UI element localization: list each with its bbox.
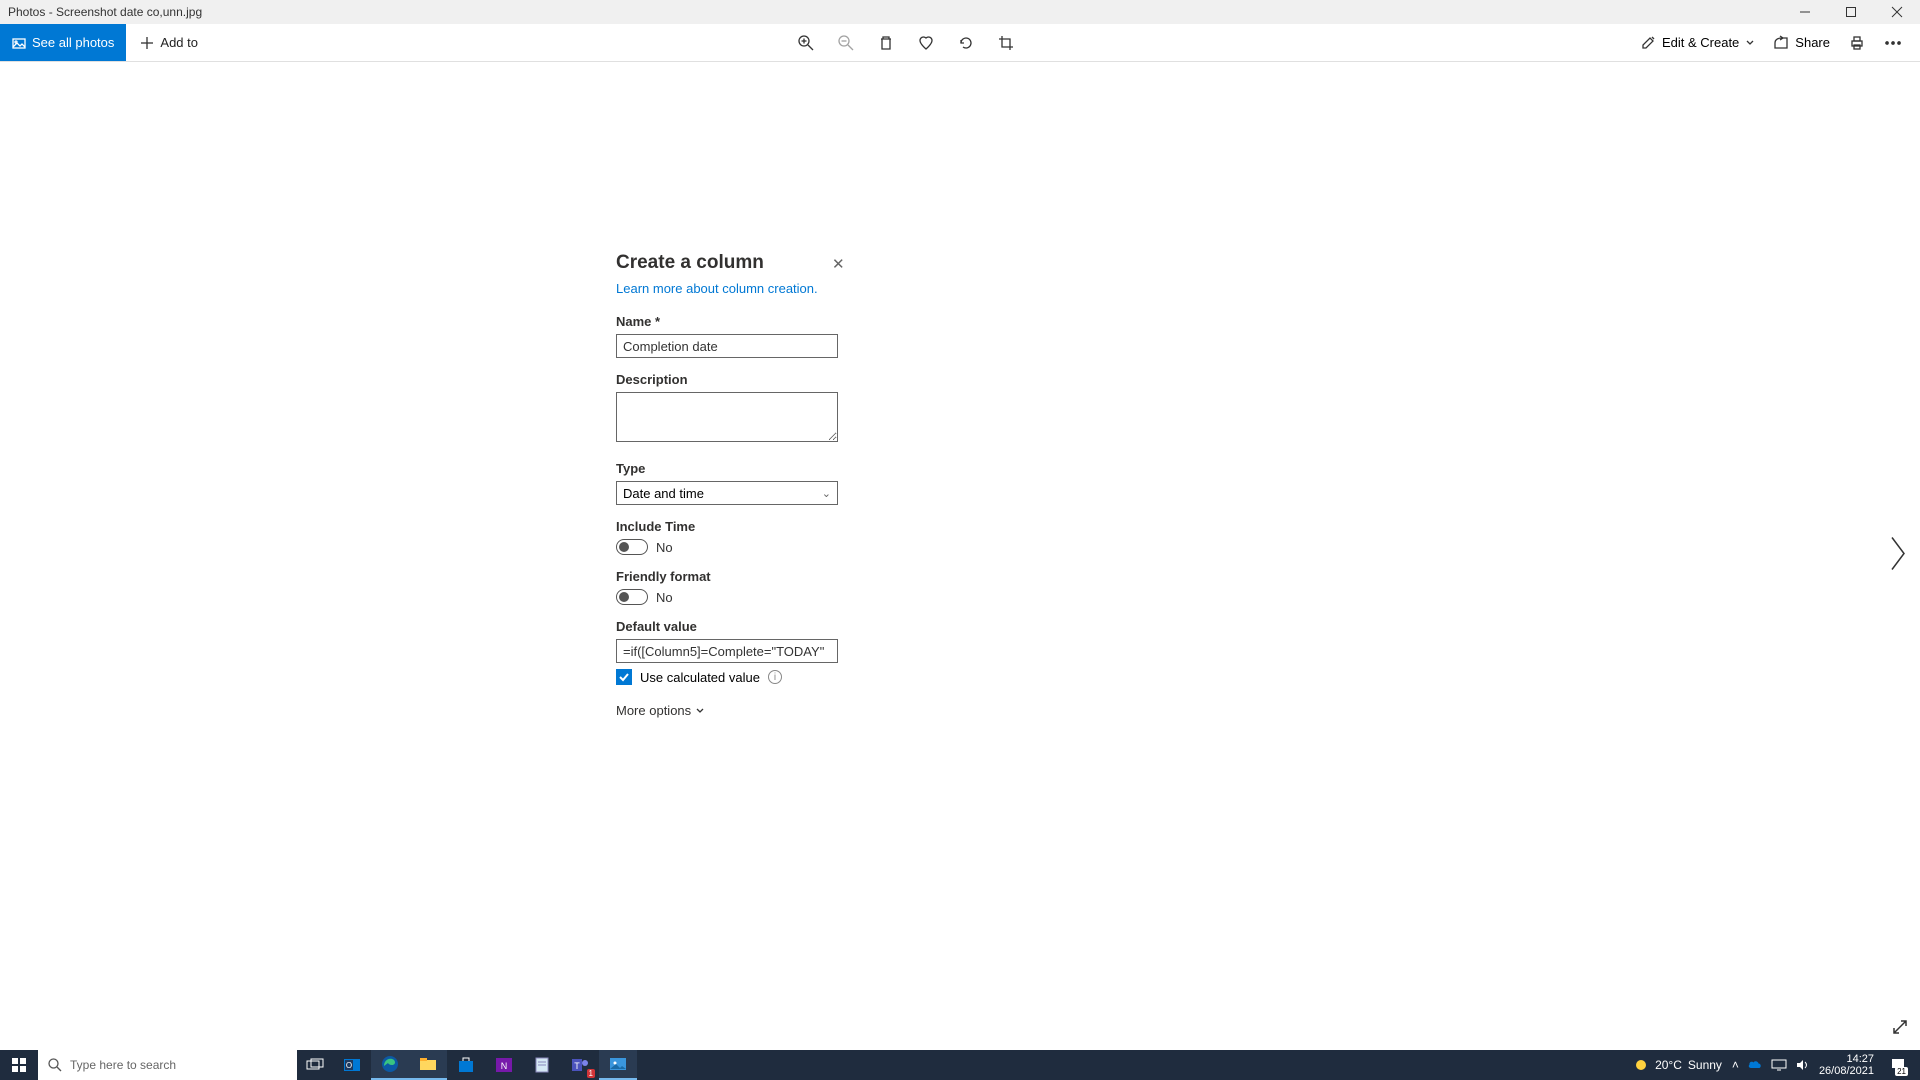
- clock-date: 26/08/2021: [1819, 1065, 1874, 1077]
- zoom-in-icon[interactable]: [797, 34, 815, 52]
- type-select[interactable]: Date and time ⌄: [616, 481, 838, 505]
- learn-more-link[interactable]: Learn more about column creation.: [616, 281, 818, 296]
- edit-create-button[interactable]: Edit & Create: [1640, 35, 1755, 51]
- see-all-photos-label: See all photos: [32, 35, 114, 50]
- add-to-label: Add to: [160, 35, 198, 50]
- task-view-button[interactable]: [297, 1050, 333, 1080]
- maximize-button[interactable]: [1828, 0, 1874, 24]
- chevron-down-icon: [695, 706, 705, 716]
- search-placeholder: Type here to search: [70, 1058, 176, 1072]
- svg-text:N: N: [501, 1061, 508, 1071]
- use-calculated-label: Use calculated value: [640, 670, 760, 685]
- window-title: Photos - Screenshot date co,unn.jpg: [0, 5, 202, 19]
- include-time-value: No: [656, 540, 673, 555]
- default-value-label: Default value: [616, 619, 846, 634]
- rotate-icon[interactable]: [957, 34, 975, 52]
- edit-create-label: Edit & Create: [1662, 35, 1739, 50]
- action-center-icon[interactable]: 21: [1884, 1051, 1912, 1079]
- photos-toolbar: See all photos Add to Edit & Create Shar…: [0, 24, 1920, 62]
- default-value-input[interactable]: [616, 639, 838, 663]
- taskbar-clock[interactable]: 14:27 26/08/2021: [1819, 1053, 1874, 1077]
- print-icon[interactable]: [1848, 34, 1866, 52]
- description-input[interactable]: [616, 392, 838, 442]
- chevron-down-icon: [1745, 38, 1755, 48]
- create-column-panel: Create a column ✕ Learn more about colum…: [616, 252, 846, 718]
- type-label: Type: [616, 461, 846, 476]
- use-calculated-checkbox[interactable]: [616, 669, 632, 685]
- volume-icon[interactable]: [1795, 1058, 1809, 1072]
- favorite-icon[interactable]: [917, 34, 935, 52]
- delete-icon[interactable]: [877, 34, 895, 52]
- sun-icon: [1633, 1057, 1649, 1073]
- taskbar-teams-icon[interactable]: T1: [561, 1050, 599, 1080]
- title-bar: Photos - Screenshot date co,unn.jpg: [0, 0, 1920, 24]
- info-icon[interactable]: i: [768, 670, 782, 684]
- next-photo-button[interactable]: [1886, 534, 1910, 579]
- weather-temp: 20°C: [1655, 1058, 1682, 1072]
- start-button[interactable]: [0, 1050, 38, 1080]
- chevron-down-icon: ⌄: [822, 487, 831, 500]
- more-options-button[interactable]: More options: [616, 703, 846, 718]
- onedrive-icon[interactable]: [1747, 1058, 1763, 1072]
- see-all-photos-button[interactable]: See all photos: [0, 24, 126, 61]
- minimize-button[interactable]: [1782, 0, 1828, 24]
- taskbar-onenote-icon[interactable]: N: [485, 1050, 523, 1080]
- share-label: Share: [1795, 35, 1830, 50]
- taskbar-weather[interactable]: 20°C Sunny: [1633, 1057, 1722, 1073]
- weather-cond: Sunny: [1688, 1058, 1722, 1072]
- panel-title: Create a column: [616, 252, 846, 274]
- friendly-format-value: No: [656, 590, 673, 605]
- tray-chevron-icon[interactable]: ˄: [1732, 1058, 1739, 1072]
- taskbar-notepad-icon[interactable]: [523, 1050, 561, 1080]
- friendly-format-toggle[interactable]: [616, 589, 648, 605]
- action-center-badge: 21: [1895, 1067, 1908, 1076]
- display-tray-icon[interactable]: [1771, 1059, 1787, 1071]
- share-button[interactable]: Share: [1773, 35, 1830, 51]
- close-panel-icon[interactable]: ✕: [832, 255, 845, 273]
- zoom-out-icon[interactable]: [837, 34, 855, 52]
- add-to-button[interactable]: Add to: [126, 24, 212, 61]
- description-label: Description: [616, 372, 846, 387]
- svg-text:O: O: [346, 1061, 352, 1070]
- fullscreen-button[interactable]: [1892, 1019, 1908, 1040]
- more-icon[interactable]: [1884, 34, 1902, 52]
- close-window-button[interactable]: [1874, 0, 1920, 24]
- crop-icon[interactable]: [997, 34, 1015, 52]
- windows-taskbar: Type here to search O N T1 20°C Sunny ˄ …: [0, 1050, 1920, 1080]
- friendly-format-label: Friendly format: [616, 569, 846, 584]
- taskbar-outlook-icon[interactable]: O: [333, 1050, 371, 1080]
- type-value: Date and time: [623, 486, 704, 501]
- photo-viewer: Create a column ✕ Learn more about colum…: [0, 62, 1920, 1050]
- include-time-toggle[interactable]: [616, 539, 648, 555]
- name-input[interactable]: [616, 334, 838, 358]
- taskbar-explorer-icon[interactable]: [409, 1050, 447, 1080]
- name-label: Name *: [616, 314, 846, 329]
- more-options-label: More options: [616, 703, 691, 718]
- taskbar-store-icon[interactable]: [447, 1050, 485, 1080]
- include-time-label: Include Time: [616, 519, 846, 534]
- taskbar-photos-icon[interactable]: [599, 1050, 637, 1080]
- taskbar-edge-icon[interactable]: [371, 1050, 409, 1080]
- taskbar-search[interactable]: Type here to search: [38, 1050, 297, 1080]
- svg-text:T: T: [574, 1061, 580, 1071]
- clock-time: 14:27: [1846, 1053, 1874, 1065]
